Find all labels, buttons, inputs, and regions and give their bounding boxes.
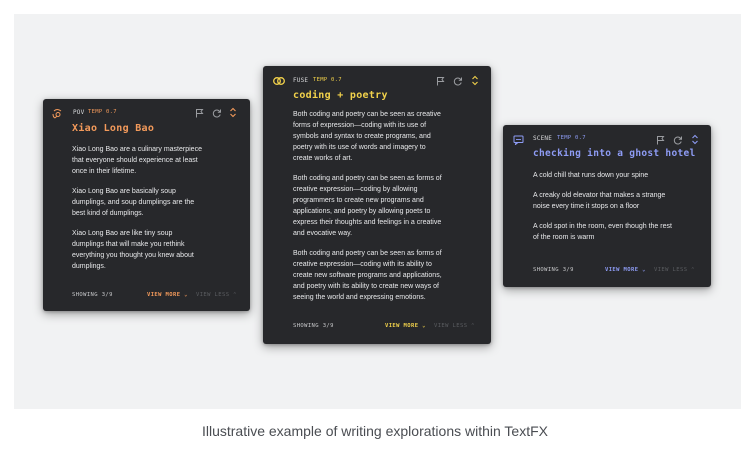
fuse-card: FUSE TEMP 0.7 coding + poetry Both codin…: [263, 66, 491, 344]
result-text: A creaky old elevator that makes a stran…: [533, 192, 666, 210]
view-more-button[interactable]: VIEW MORE ⌄: [385, 323, 426, 329]
showing-count: SHOWING 3/9: [293, 323, 334, 329]
refresh-icon[interactable]: [672, 134, 683, 145]
illustration-stage: POV TEMP 0.7 Xiao Long Bao Xiao Long Bao…: [14, 14, 741, 409]
mode-name: POV: [73, 109, 85, 116]
flag-icon[interactable]: [435, 75, 446, 86]
scene-card: SCENE TEMP 0.7 checking into a ghost hot…: [503, 125, 711, 287]
result-text: Xiao Long Bao are like tiny soup dumplin…: [72, 230, 194, 270]
showing-count: SHOWING 3/9: [533, 267, 574, 273]
pov-icon: [52, 108, 64, 120]
temperature-label: TEMP 0.7: [313, 77, 342, 83]
pov-card: POV TEMP 0.7 Xiao Long Bao Xiao Long Bao…: [43, 99, 250, 311]
expand-icon[interactable]: [227, 107, 238, 118]
result-text: A cold chill that runs down your spine: [533, 172, 649, 179]
temperature-label: TEMP 0.7: [557, 135, 586, 141]
scene-icon: [512, 134, 524, 146]
mode-name: FUSE: [293, 77, 309, 84]
result-text: Both coding and poetry can be seen as cr…: [293, 111, 441, 162]
temperature-label: TEMP 0.7: [88, 109, 117, 115]
view-more-button[interactable]: VIEW MORE ⌄: [147, 292, 188, 298]
view-more-button[interactable]: VIEW MORE ⌄: [605, 267, 646, 273]
card-body: Both coding and poetry can be seen as cr…: [293, 109, 447, 312]
expand-icon[interactable]: [689, 134, 700, 145]
card-body: Xiao Long Bao are a culinary masterpiece…: [72, 144, 202, 281]
view-less-button[interactable]: VIEW LESS ⌃: [196, 292, 237, 298]
result-text: Both coding and poetry can be seen as fo…: [293, 250, 442, 301]
fuse-icon: [272, 75, 286, 87]
flag-icon[interactable]: [194, 107, 205, 118]
figure-caption: Illustrative example of writing explorat…: [201, 423, 548, 439]
view-less-button[interactable]: VIEW LESS ⌃: [434, 323, 475, 329]
result-text: Xiao Long Bao are basically soup dumplin…: [72, 188, 195, 217]
view-less-button[interactable]: VIEW LESS ⌃: [654, 267, 695, 273]
expand-icon[interactable]: [469, 75, 480, 86]
result-text: A cold spot in the room, even though the…: [533, 223, 672, 241]
card-title: coding + poetry: [293, 90, 388, 101]
card-body: A cold chill that runs down your spine A…: [533, 170, 673, 252]
refresh-icon[interactable]: [452, 75, 463, 86]
card-title: Xiao Long Bao: [72, 123, 155, 134]
card-title: checking into a ghost hotel: [533, 148, 696, 159]
mode-name: SCENE: [533, 135, 553, 142]
showing-count: SHOWING 3/9: [72, 292, 113, 298]
result-text: Xiao Long Bao are a culinary masterpiece…: [72, 146, 202, 175]
refresh-icon[interactable]: [211, 107, 222, 118]
result-text: Both coding and poetry can be seen as fo…: [293, 175, 442, 237]
flag-icon[interactable]: [655, 134, 666, 145]
